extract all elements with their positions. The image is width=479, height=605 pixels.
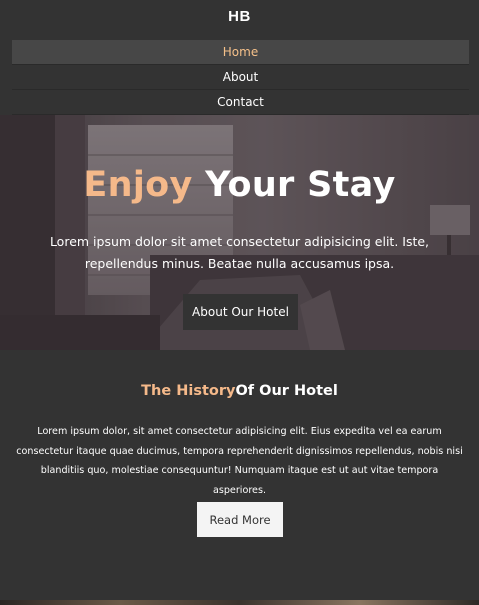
hero-title-rest: Your Stay bbox=[192, 165, 396, 205]
hero-title: Enjoy Your Stay bbox=[0, 165, 479, 205]
hero-section: Enjoy Your Stay Lorem ipsum dolor sit am… bbox=[0, 115, 479, 350]
history-description: Lorem ipsum dolor, sit amet consectetur … bbox=[16, 426, 463, 496]
brand-logo[interactable]: HB bbox=[0, 8, 479, 25]
nav-item-contact[interactable]: Contact bbox=[12, 90, 469, 115]
history-title-accent: The History bbox=[141, 383, 236, 399]
main-nav: Home About Contact bbox=[12, 40, 469, 115]
history-title-rest: Of Our Hotel bbox=[235, 383, 338, 399]
next-section-image-edge bbox=[0, 600, 479, 605]
history-section: The HistoryOf Our Hotel Lorem ipsum dolo… bbox=[0, 350, 479, 605]
about-hotel-button[interactable]: About Our Hotel bbox=[183, 294, 298, 330]
read-more-button[interactable]: Read More bbox=[197, 502, 283, 537]
hero-title-accent: Enjoy bbox=[83, 165, 193, 205]
nav-item-about[interactable]: About bbox=[12, 65, 469, 90]
site-header: HB Home About Contact bbox=[0, 0, 479, 115]
nav-item-home[interactable]: Home bbox=[12, 40, 469, 65]
hero-description: Lorem ipsum dolor sit amet consectetur a… bbox=[49, 234, 430, 271]
history-title: The HistoryOf Our Hotel bbox=[0, 383, 479, 399]
